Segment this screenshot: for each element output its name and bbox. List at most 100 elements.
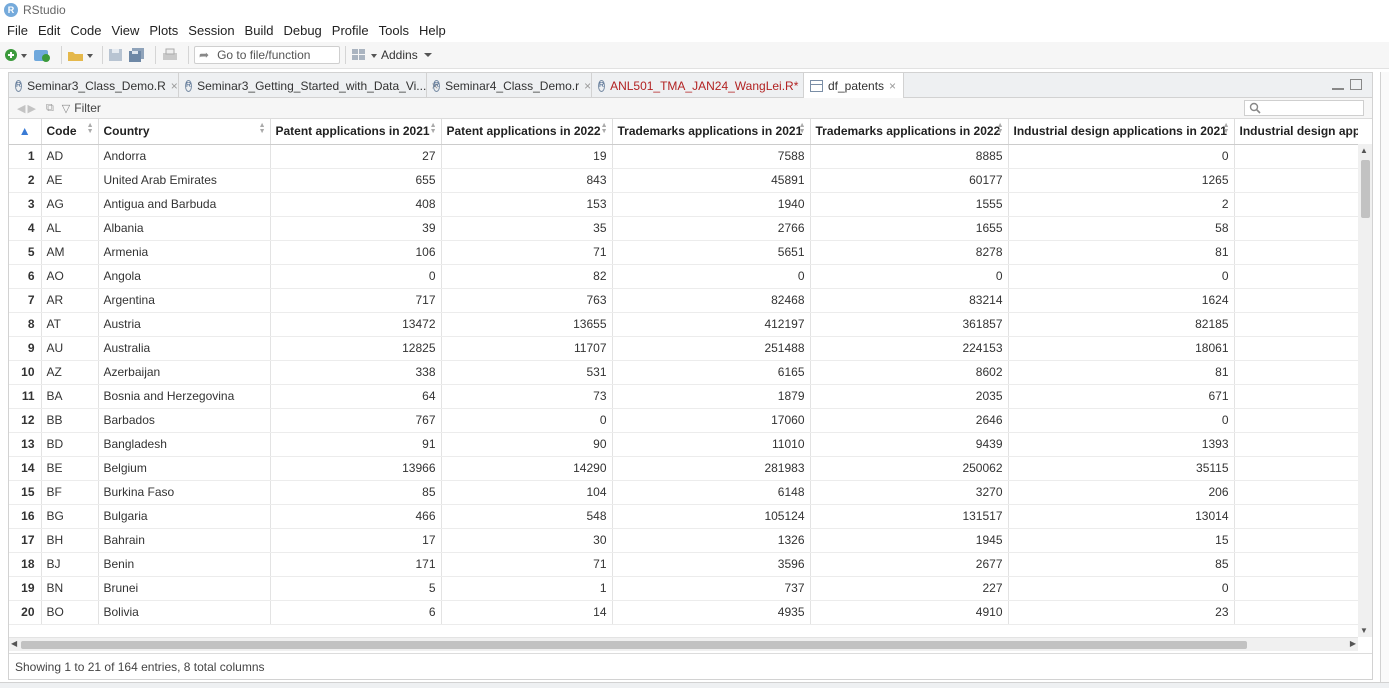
- menu-view[interactable]: View: [106, 20, 144, 42]
- maximize-pane-icon[interactable]: [1350, 79, 1362, 90]
- forward-arrow-icon[interactable]: ▶: [27, 102, 35, 115]
- code-cell: BB: [41, 408, 99, 433]
- table-row[interactable]: 4 AL Albania 39 35 2766 1655 58: [9, 216, 1358, 241]
- table-row[interactable]: 9 AU Australia 12825 11707 251488 224153 18061: [9, 336, 1358, 361]
- close-icon[interactable]: ×: [889, 79, 896, 93]
- column-header-patent-2022[interactable]: Patent applications in 2022 ▲ ▼: [441, 119, 613, 145]
- value-cell: 1326: [612, 528, 811, 553]
- column-header-patent-2021[interactable]: Patent applications in 2021 ▲ ▼: [270, 119, 442, 145]
- column-header-industrial-2022[interactable]: Industrial design applicatio: [1234, 119, 1358, 145]
- menu-edit[interactable]: Edit: [33, 20, 65, 42]
- menu-file[interactable]: File: [2, 20, 33, 42]
- minimize-pane-icon[interactable]: [1332, 87, 1344, 90]
- popout-icon[interactable]: ⧉: [46, 102, 54, 115]
- row-index-cell: 13: [9, 432, 42, 457]
- table-row[interactable]: 16 BG Bulgaria 466 548 105124 131517 13014: [9, 504, 1358, 529]
- country-cell: United Arab Emirates: [98, 168, 271, 193]
- value-cell: 60177: [810, 168, 1009, 193]
- close-icon[interactable]: ×: [584, 79, 591, 93]
- table-row[interactable]: 17 BH Bahrain 17 30 1326 1945 15: [9, 528, 1358, 553]
- value-cell: 35115: [1008, 456, 1235, 481]
- value-cell: 224153: [810, 336, 1009, 361]
- menu-code[interactable]: Code: [65, 20, 106, 42]
- value-cell: 171: [270, 552, 442, 577]
- go-to-file-function-input[interactable]: ➦ Go to file/function: [194, 46, 340, 64]
- viewer-search-input[interactable]: [1244, 100, 1364, 116]
- table-row[interactable]: 15 BF Burkina Faso 85 104 6148 3270 206: [9, 480, 1358, 505]
- menu-session[interactable]: Session: [183, 20, 239, 42]
- scroll-down-icon[interactable]: ▼: [1360, 626, 1368, 635]
- rstudio-logo-icon: R: [4, 3, 18, 17]
- toolbar-divider: [345, 46, 346, 64]
- value-cell: 35: [441, 216, 613, 241]
- tab-seminar3-class-demo[interactable]: R Seminar3_Class_Demo.R ×: [9, 73, 179, 98]
- value-cell: 1: [441, 576, 613, 601]
- country-cell: Bosnia and Herzegovina: [98, 384, 271, 409]
- code-cell: AU: [41, 336, 99, 361]
- new-project-button[interactable]: [32, 45, 52, 65]
- tab-df-patents[interactable]: df_patents ×: [804, 73, 904, 99]
- value-cell: [1234, 216, 1358, 241]
- table-row[interactable]: 12 BB Barbados 767 0 17060 2646 0: [9, 408, 1358, 433]
- table-row[interactable]: 19 BN Brunei 5 1 737 227 0: [9, 576, 1358, 601]
- open-file-button[interactable]: [67, 45, 93, 65]
- table-row[interactable]: 2 AE United Arab Emirates 655 843 45891 60177 1…: [9, 168, 1358, 193]
- tab-anl501-tma[interactable]: R ANL501_TMA_JAN24_WangLei.R* ×: [592, 73, 810, 98]
- value-cell: 131517: [810, 504, 1009, 529]
- table-row[interactable]: 3 AG Antigua and Barbuda 408 153 1940 1555 2: [9, 192, 1358, 217]
- vertical-scroll-thumb[interactable]: [1361, 160, 1370, 218]
- menu-build[interactable]: Build: [240, 20, 279, 42]
- scroll-right-icon[interactable]: ▶: [1350, 639, 1356, 648]
- scroll-left-icon[interactable]: ◀: [11, 639, 17, 648]
- table-row[interactable]: 13 BD Bangladesh 91 90 11010 9439 1393: [9, 432, 1358, 457]
- value-cell: 227: [810, 576, 1009, 601]
- column-header-code[interactable]: Code ▲ ▼: [41, 119, 99, 145]
- table-row[interactable]: 7 AR Argentina 717 763 82468 83214 1624: [9, 288, 1358, 313]
- table-row[interactable]: 6 AO Angola 0 82 0 0 0: [9, 264, 1358, 289]
- value-cell: 13966: [270, 456, 442, 481]
- menu-plots[interactable]: Plots: [144, 20, 183, 42]
- code-cell: AD: [41, 144, 99, 169]
- value-cell: 250062: [810, 456, 1009, 481]
- table-row[interactable]: 10 AZ Azerbaijan 338 531 6165 8602 81: [9, 360, 1358, 385]
- table-row[interactable]: 5 AM Armenia 106 71 5651 8278 81: [9, 240, 1358, 265]
- table-row[interactable]: 20 BO Bolivia 6 14 4935 4910 23: [9, 600, 1358, 625]
- table-row[interactable]: 1 AD Andorra 27 19 7588 8885 0: [9, 144, 1358, 169]
- horizontal-scrollbar[interactable]: ◀ ▶: [9, 637, 1358, 651]
- table-row[interactable]: 11 BA Bosnia and Herzegovina 64 73 1879 2035 67…: [9, 384, 1358, 409]
- filter-button[interactable]: ▽ Filter: [62, 101, 101, 115]
- value-cell: 82185: [1008, 312, 1235, 337]
- menu-help[interactable]: Help: [414, 20, 451, 42]
- scroll-up-icon[interactable]: ▲: [1360, 146, 1368, 155]
- title-bar: R RStudio: [0, 0, 1389, 20]
- table-row[interactable]: 8 AT Austria 13472 13655 412197 361857 82185: [9, 312, 1358, 337]
- table-header-row: ▲ Code ▲ ▼ Country ▲ ▼ Patent applications i…: [9, 119, 1358, 145]
- save-button[interactable]: [108, 45, 124, 65]
- new-file-button[interactable]: [4, 45, 28, 65]
- value-cell: 361857: [810, 312, 1009, 337]
- menu-profile[interactable]: Profile: [327, 20, 374, 42]
- tab-seminar4-class-demo[interactable]: R Seminar4_Class_Demo.r ×: [427, 73, 592, 98]
- column-header-trademarks-2021[interactable]: Trademarks applications in 2021 ▲ ▼: [612, 119, 811, 145]
- value-cell: 18061: [1008, 336, 1235, 361]
- value-cell: 30: [441, 528, 613, 553]
- tab-seminar3-getting-started[interactable]: R Seminar3_Getting_Started_with_Data_Vi.…: [179, 73, 438, 98]
- table-row[interactable]: 18 BJ Benin 171 71 3596 2677 85: [9, 552, 1358, 577]
- row-index-header[interactable]: ▲: [9, 119, 42, 145]
- back-arrow-icon[interactable]: ◀: [17, 102, 25, 115]
- value-cell: 39: [270, 216, 442, 241]
- horizontal-scroll-thumb[interactable]: [21, 641, 1247, 649]
- addins-menu[interactable]: Addins: [381, 48, 433, 62]
- column-header-country[interactable]: Country ▲ ▼: [98, 119, 271, 145]
- print-button[interactable]: [161, 45, 179, 65]
- code-cell: AM: [41, 240, 99, 265]
- vertical-scrollbar[interactable]: ▲ ▼: [1358, 144, 1372, 637]
- save-all-button[interactable]: [128, 45, 146, 65]
- table-row[interactable]: 14 BE Belgium 13966 14290 281983 250062 35115: [9, 456, 1358, 481]
- workspace-panes-button[interactable]: [351, 45, 377, 65]
- menu-tools[interactable]: Tools: [374, 20, 414, 42]
- column-header-industrial-2021[interactable]: Industrial design applications in 2021 ▲ ▼: [1008, 119, 1235, 145]
- menu-debug[interactable]: Debug: [278, 20, 326, 42]
- close-icon[interactable]: ×: [171, 79, 178, 93]
- column-header-trademarks-2022[interactable]: Trademarks applications in 2022 ▲ ▼: [810, 119, 1009, 145]
